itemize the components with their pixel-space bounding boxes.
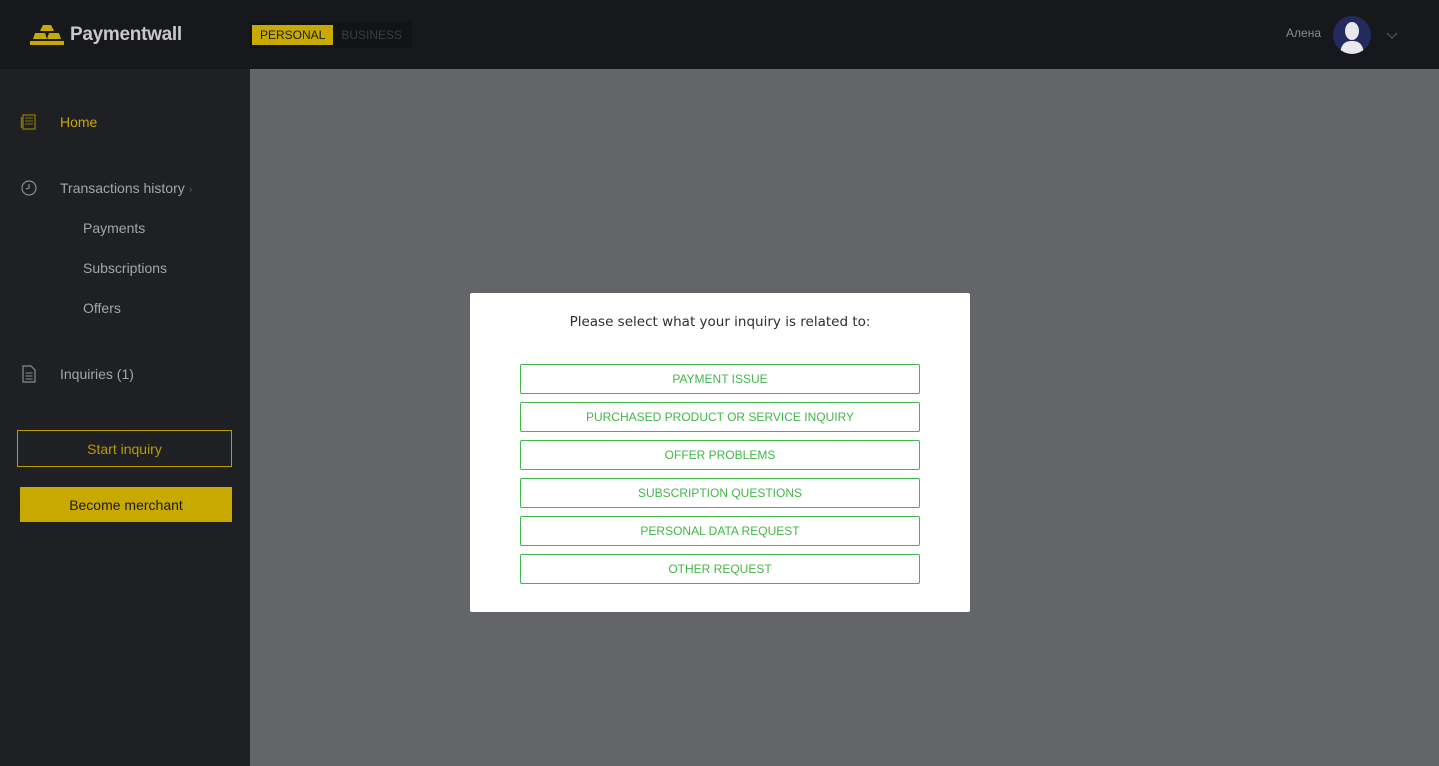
- option-offer-problems[interactable]: OFFER PROBLEMS: [520, 440, 920, 470]
- brand-logo[interactable]: Paymentwall: [30, 22, 182, 48]
- user-menu[interactable]: Алена: [1286, 16, 1399, 54]
- dialog-title: Please select what your inquiry is relat…: [569, 314, 871, 330]
- become-merchant-button[interactable]: Become merchant: [20, 487, 232, 522]
- top-header: Paymentwall PERSONAL BUSINESS Алена: [0, 0, 1439, 69]
- sidebar-item-label: Home: [60, 114, 98, 130]
- clock-icon: [21, 180, 37, 196]
- avatar[interactable]: [1333, 16, 1371, 54]
- option-payment-issue[interactable]: PAYMENT ISSUE: [520, 364, 920, 394]
- user-name: Алена: [1286, 26, 1321, 40]
- chevron-right-icon: ›: [188, 184, 193, 196]
- sidebar: Home Transactions history › Payments Subs…: [0, 69, 250, 766]
- personal-mode-button[interactable]: PERSONAL: [252, 25, 334, 45]
- sidebar-subitem-subscriptions[interactable]: Subscriptions: [83, 260, 167, 276]
- sidebar-item-label-wrap: Transactions history ›: [60, 180, 192, 196]
- account-mode-switch: PERSONAL BUSINESS: [250, 22, 413, 48]
- sidebar-subitem-offers[interactable]: Offers: [83, 300, 121, 316]
- paymentwall-logo-icon: [30, 25, 64, 45]
- option-subscription-questions[interactable]: SUBSCRIPTION QUESTIONS: [520, 478, 920, 508]
- sidebar-subitem-payments[interactable]: Payments: [83, 220, 145, 236]
- option-personal-data-request[interactable]: PERSONAL DATA REQUEST: [520, 516, 920, 546]
- start-inquiry-button[interactable]: Start inquiry: [17, 430, 232, 467]
- document-icon: [22, 365, 36, 383]
- sidebar-item-label: Inquiries (1): [60, 366, 134, 382]
- user-silhouette-icon: [1340, 22, 1364, 54]
- option-purchased-product-inquiry[interactable]: PURCHASED PRODUCT OR SERVICE INQUIRY: [520, 402, 920, 432]
- sidebar-item-label: Transactions history: [60, 180, 185, 196]
- option-other-request[interactable]: OTHER REQUEST: [520, 554, 920, 584]
- business-mode-button[interactable]: BUSINESS: [333, 25, 410, 45]
- sidebar-item-transactions-history[interactable]: Transactions history ›: [0, 176, 250, 200]
- sidebar-item-inquiries[interactable]: Inquiries (1): [0, 362, 250, 386]
- sidebar-item-home[interactable]: Home: [0, 110, 250, 134]
- chevron-down-icon[interactable]: [1385, 28, 1399, 42]
- book-icon: [20, 114, 36, 130]
- brand-name: Paymentwall: [70, 24, 182, 45]
- inquiry-type-dialog: Please select what your inquiry is relat…: [470, 293, 970, 612]
